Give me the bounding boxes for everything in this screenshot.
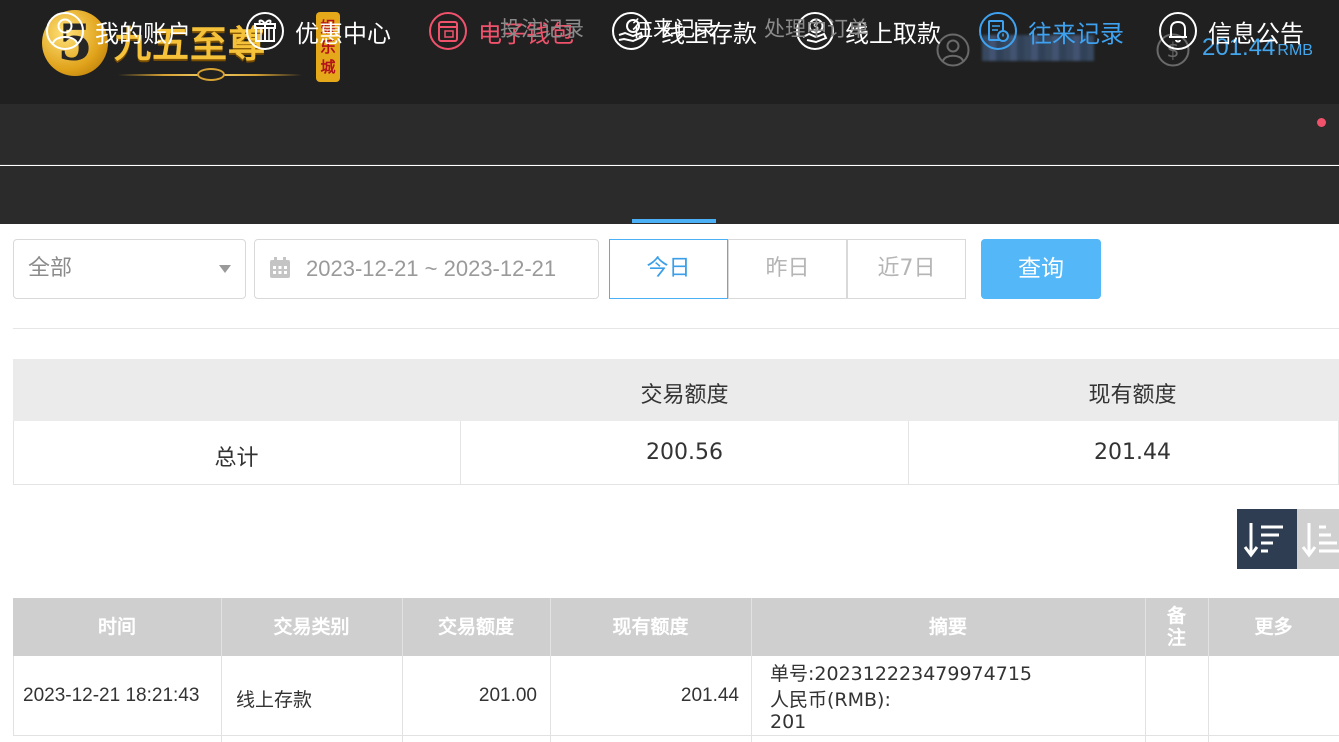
tab-pending-orders[interactable]: 处理中订单 xyxy=(764,0,869,58)
logo-badge-char: 城 xyxy=(320,58,336,76)
sort-ascending-icon xyxy=(1301,523,1339,558)
column-divider xyxy=(1145,598,1146,742)
summary-header-current: 现有额度 xyxy=(1088,383,1177,408)
range-yesterday-button[interactable]: 昨日 xyxy=(728,239,847,299)
record-category: 线上存款 xyxy=(236,690,313,711)
summary-current-amount: 201.44 xyxy=(1094,440,1171,465)
record-balance: 201.44 xyxy=(680,685,739,706)
nav-promotions[interactable]: 优惠中心 xyxy=(245,10,391,52)
sort-ascending-button[interactable] xyxy=(1297,509,1339,569)
user-icon xyxy=(46,12,84,50)
nav-label: 优惠中心 xyxy=(295,19,391,48)
transaction-type-select[interactable]: 全部 xyxy=(13,239,246,299)
column-divider xyxy=(751,598,752,742)
calendar-icon xyxy=(270,257,290,278)
record-time: 2023-12-21 18:21:43 xyxy=(23,685,200,706)
column-header-category: 交易类别 xyxy=(273,616,350,638)
logo-ornament xyxy=(197,68,225,81)
query-button[interactable]: 查询 xyxy=(981,239,1101,299)
record-amount: 201.00 xyxy=(478,685,537,706)
tab-bet-records[interactable]: 投注记录 xyxy=(500,0,584,58)
summary-total-label: 总计 xyxy=(214,446,259,471)
record-memo-value: 201 xyxy=(770,711,807,733)
sort-descending-button[interactable] xyxy=(1237,509,1297,569)
column-header-memo: 摘要 xyxy=(928,616,967,638)
records-icon xyxy=(979,12,1017,50)
date-range-value: 2023-12-21 ~ 2023-12-21 xyxy=(306,256,557,281)
summary-header-transaction: 交易额度 xyxy=(640,383,729,408)
nav-my-account[interactable]: 我的账户 xyxy=(45,10,191,52)
column-divider xyxy=(550,598,551,742)
tab-transaction-records[interactable]: 往来记录 xyxy=(632,0,716,58)
nav-transaction-records[interactable]: 往来记录 xyxy=(978,10,1124,52)
record-memo-order-number: 单号:202312223479974715 xyxy=(770,663,1032,685)
range-7days-button[interactable]: 近7日 xyxy=(847,239,966,299)
main-nav xyxy=(0,104,1339,165)
divider xyxy=(13,328,1339,329)
column-divider xyxy=(402,598,403,742)
column-divider xyxy=(1208,598,1209,742)
wallet-icon xyxy=(429,12,467,50)
column-header-amount: 交易额度 xyxy=(437,616,514,638)
column-header-more: 更多 xyxy=(1254,616,1293,638)
bell-icon xyxy=(1159,12,1197,50)
notification-dot xyxy=(1317,118,1326,127)
record-memo-currency: 人民币(RMB): xyxy=(770,689,891,711)
range-today-button[interactable]: 今日 xyxy=(609,239,728,299)
column-divider xyxy=(221,598,222,742)
chevron-down-icon xyxy=(219,265,231,273)
summary-transaction-amount: 200.56 xyxy=(646,440,723,465)
gift-icon xyxy=(246,12,284,50)
nav-label: 往来记录 xyxy=(1028,19,1124,48)
nav-label: 我的账户 xyxy=(95,19,191,48)
column-header-balance: 现有额度 xyxy=(612,616,689,638)
active-tab-indicator xyxy=(632,219,716,223)
user-avatar-icon[interactable] xyxy=(936,33,970,67)
column-header-time: 时间 xyxy=(97,616,136,638)
nav-announcements[interactable]: 信息公告 xyxy=(1158,10,1304,52)
nav-label: 信息公告 xyxy=(1208,19,1304,48)
sub-nav xyxy=(0,166,1339,224)
column-header-note: 备注 xyxy=(1166,605,1186,649)
sort-descending-icon xyxy=(1243,523,1283,558)
